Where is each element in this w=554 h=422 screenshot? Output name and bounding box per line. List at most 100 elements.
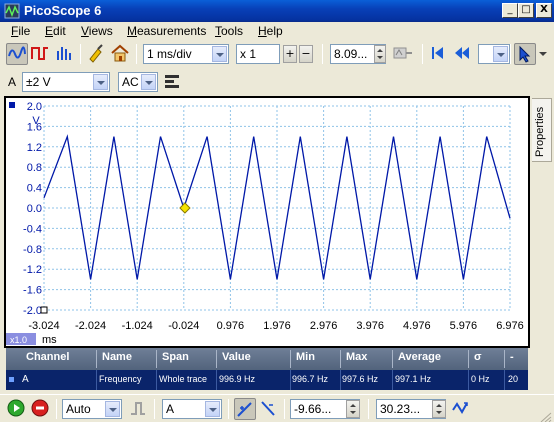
col-channel[interactable]: Channel <box>26 351 69 363</box>
scope-mode-button[interactable] <box>6 43 28 65</box>
column-divider[interactable] <box>290 350 291 368</box>
zoom-out-button[interactable]: − <box>299 45 313 63</box>
home-button[interactable] <box>110 43 132 65</box>
timebase-select[interactable]: 1 ms/div <box>143 44 229 64</box>
y-tick-label: 1.2 <box>27 142 42 154</box>
chevron-down-icon[interactable] <box>205 401 220 417</box>
pointer-tool-button[interactable] <box>514 43 536 65</box>
col-span[interactable]: Span <box>162 351 189 363</box>
x-tick-label: 1.976 <box>263 320 291 332</box>
zoom-value: x 1 <box>240 47 257 61</box>
col-std-dev[interactable]: σ <box>474 351 482 363</box>
properties-tab-label: Properties <box>534 106 546 157</box>
column-divider[interactable] <box>340 350 341 368</box>
col-max[interactable]: Max <box>346 351 367 363</box>
y-unit-label: V <box>32 115 40 127</box>
samples-spinner[interactable] <box>374 45 386 63</box>
col-name[interactable]: Name <box>102 351 132 363</box>
col-min[interactable]: Min <box>296 351 315 363</box>
cell-span: Whole trace <box>159 374 208 384</box>
coupling-value: AC <box>122 75 139 89</box>
coupling-select[interactable]: AC <box>118 72 158 92</box>
column-divider[interactable] <box>216 350 217 368</box>
trigger-options-button[interactable] <box>450 398 472 420</box>
column-divider[interactable] <box>156 350 157 368</box>
threshold-spinner[interactable] <box>346 400 360 418</box>
menu-measurements-label: easurements <box>137 24 207 38</box>
stop-button[interactable] <box>30 398 52 420</box>
rising-edge-button[interactable] <box>234 398 256 420</box>
x-tick-label: -0.024 <box>168 320 199 332</box>
x-tick-label: 4.976 <box>403 320 431 332</box>
chevron-down-icon[interactable] <box>141 74 156 90</box>
chevron-down-icon[interactable] <box>93 74 108 90</box>
minimize-button[interactable]: _ <box>502 3 518 18</box>
table-row[interactable]: A Frequency Whole trace 996.9 Hz 996.7 H… <box>6 370 528 390</box>
properties-tab[interactable]: Properties <box>532 98 552 162</box>
scope-mode-icon <box>8 46 26 59</box>
x-tick-label: -1.024 <box>122 320 153 332</box>
scope-plot[interactable]: 2.01.61.20.80.40.0-0.4-0.8-1.2-1.6-2.0V-… <box>6 98 528 346</box>
channel-range-select[interactable]: ±2 V <box>22 72 110 92</box>
previous-buffer-button[interactable] <box>452 43 474 65</box>
toolbar-separator <box>154 399 155 419</box>
trigger-source-value: A <box>166 402 175 416</box>
close-button[interactable]: X <box>536 3 552 18</box>
maximize-button[interactable]: □ <box>518 3 534 18</box>
menu-edit-accel: E <box>45 24 54 38</box>
spectrum-mode-button[interactable] <box>54 43 76 65</box>
channel-options-button[interactable] <box>162 71 184 93</box>
falling-edge-button[interactable] <box>258 398 280 420</box>
scope-view[interactable]: 2.0 1.6 1.2 0.8 0.4 0.0 -0.4 -0.8 -1.2 -1.6 -2.0 V -… <box>6 98 528 346</box>
y-tick-label: -1.6 <box>23 285 42 297</box>
column-divider[interactable] <box>504 350 505 368</box>
persistence-mode-button[interactable] <box>30 43 52 65</box>
signal-generator-button[interactable] <box>392 43 414 65</box>
start-button[interactable] <box>6 398 28 420</box>
trigger-source-select[interactable]: A <box>162 399 222 419</box>
buffer-select[interactable] <box>478 44 510 64</box>
channel-color-swatch <box>9 377 14 382</box>
column-divider[interactable] <box>392 350 393 368</box>
bottom-toolbar: Auto A -9.66... 30.23... <box>0 394 554 422</box>
advanced-trigger-button[interactable] <box>128 398 150 420</box>
menu-measurements[interactable]: Measurements <box>127 24 206 38</box>
y-tick-label: 0.8 <box>27 162 42 174</box>
picoscope-app-icon <box>4 3 20 19</box>
chevron-down-icon[interactable] <box>212 46 227 62</box>
menu-file[interactable]: File <box>11 24 30 38</box>
chevron-down-icon[interactable] <box>105 401 120 417</box>
col-value[interactable]: Value <box>222 351 251 363</box>
toolbar-separator <box>510 44 511 64</box>
trigger-mode-select[interactable]: Auto <box>62 399 122 419</box>
home-icon <box>111 44 129 62</box>
col-capture-count[interactable]: - <box>510 351 514 363</box>
probe-button[interactable] <box>86 43 108 65</box>
pretrigger-spinner[interactable] <box>432 400 446 418</box>
y-tick-label: 0.4 <box>27 183 42 195</box>
x-tick-label: -3.024 <box>28 320 59 332</box>
col-average[interactable]: Average <box>398 351 441 363</box>
zoom-badge-label: x1.0 <box>10 335 27 345</box>
menu-views[interactable]: Views <box>81 24 113 38</box>
toolbar-separator <box>80 44 81 64</box>
cell-average: 997.1 Hz <box>395 374 432 384</box>
zoom-select[interactable]: x 1 <box>236 44 280 64</box>
menu-tools[interactable]: Tools <box>215 24 243 38</box>
column-divider[interactable] <box>468 350 469 368</box>
column-divider[interactable] <box>96 350 97 368</box>
toolbar-overflow-button[interactable] <box>536 43 550 65</box>
zoom-in-button[interactable]: + <box>283 45 297 63</box>
menu-edit[interactable]: Edit <box>45 24 66 38</box>
first-buffer-button[interactable] <box>428 43 450 65</box>
menu-help[interactable]: Help <box>258 24 283 38</box>
window-title: PicoScope 6 <box>24 3 102 18</box>
toolbar-separator <box>322 44 323 64</box>
chevron-down-icon[interactable] <box>493 46 508 62</box>
column-divider <box>504 370 505 390</box>
column-divider <box>290 370 291 390</box>
x-tick-label: 5.976 <box>450 320 478 332</box>
rewind-icon <box>455 47 469 59</box>
resize-grip-icon[interactable] <box>540 411 552 422</box>
menu-views-accel: V <box>81 24 89 38</box>
